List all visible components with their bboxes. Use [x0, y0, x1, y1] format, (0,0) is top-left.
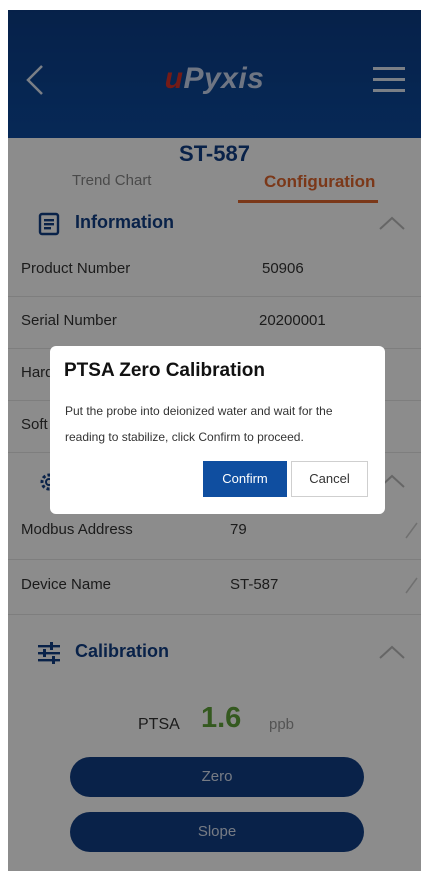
dialog-title: PTSA Zero Calibration	[64, 360, 265, 381]
cancel-button[interactable]: Cancel	[291, 461, 368, 497]
confirm-button[interactable]: Confirm	[203, 461, 287, 497]
dialog-message: Put the probe into deionized water and w…	[65, 404, 333, 444]
zero-calibration-dialog: PTSA Zero Calibration Put the probe into…	[50, 346, 385, 514]
app-screen: uPyxis ST-587 Trend Chart Configuration …	[8, 10, 421, 871]
